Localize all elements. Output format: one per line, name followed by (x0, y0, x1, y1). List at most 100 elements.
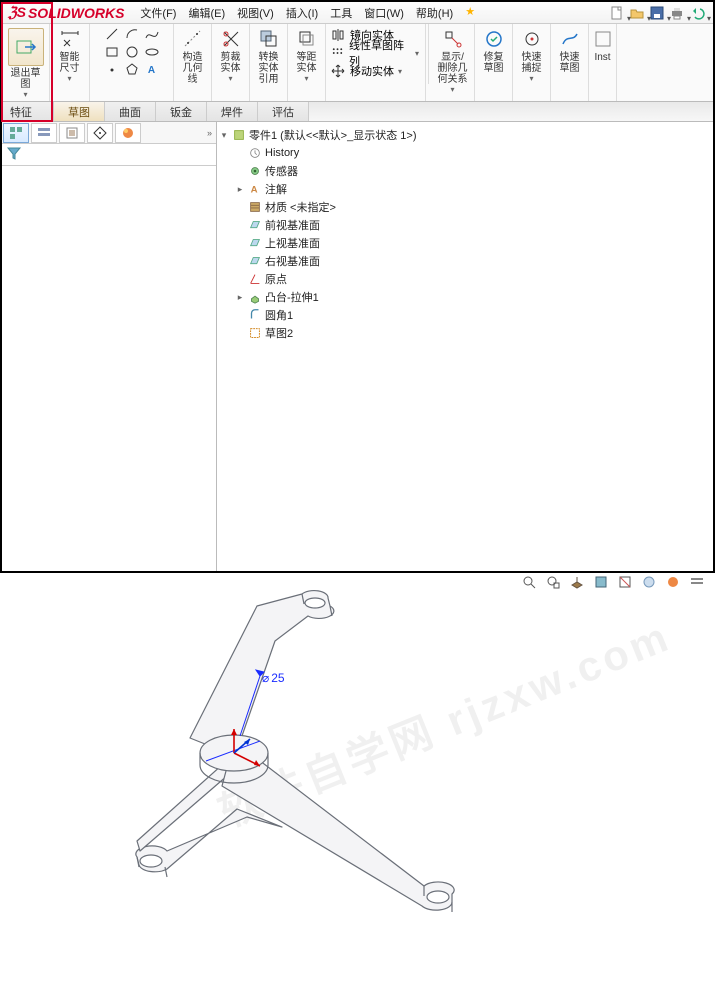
ellipse-icon[interactable] (143, 44, 161, 60)
scene-icon[interactable] (639, 573, 659, 591)
tree-root[interactable]: ▾ 零件1 (默认<<默认>_显示状态 1>) (217, 126, 713, 144)
offset-icon[interactable] (296, 28, 318, 50)
display-style-icon[interactable] (591, 573, 611, 591)
fm-tab-property-icon[interactable] (31, 123, 57, 143)
annot-icon: A (247, 182, 263, 196)
tree-item[interactable]: 草图2 (217, 324, 713, 342)
menu-window[interactable]: 窗口(W) (364, 5, 404, 21)
feature-tabs: 特征 草图 曲面 钣金 焊件 评估 (2, 102, 713, 122)
tree-item[interactable]: 原点 (217, 270, 713, 288)
menu-file[interactable]: 文件(F) (140, 5, 176, 21)
tab-weldment[interactable]: 焊件 (207, 102, 258, 121)
menu-edit[interactable]: 编辑(E) (188, 5, 225, 21)
trim-label: 剪裁实体 (218, 52, 243, 74)
convert-icon[interactable] (258, 28, 280, 50)
svg-text:A: A (251, 185, 258, 196)
construction-geom-icon[interactable] (182, 28, 204, 50)
rapid-sketch-label: 快速草图 (557, 52, 582, 74)
extrude-icon (247, 290, 263, 304)
fm-tab-dim-icon[interactable] (87, 123, 113, 143)
circle-icon[interactable] (123, 44, 141, 60)
tree-item-label: 凸台-拉伸1 (265, 289, 319, 305)
origin-icon (247, 272, 263, 286)
appearance-icon[interactable] (663, 573, 683, 591)
menu-help[interactable]: 帮助(H) (416, 5, 453, 21)
collapse-icon[interactable]: ▾ (219, 130, 229, 141)
plane-icon (247, 236, 263, 250)
repair-icon[interactable] (483, 28, 505, 50)
save-icon[interactable] (649, 5, 665, 21)
tree-item[interactable]: 右视基准面 (217, 252, 713, 270)
plane-icon (247, 254, 263, 268)
zoom-fit-icon[interactable] (519, 573, 539, 591)
fm-tab-appearance-icon[interactable] (115, 123, 141, 143)
offset-label: 等距实体 (294, 52, 319, 74)
fm-tab-config-icon[interactable] (59, 123, 85, 143)
tree-root-label: 零件1 (默认<<默认>_显示状态 1>) (249, 127, 417, 143)
tree-item-label: 前视基准面 (265, 217, 320, 233)
print-icon[interactable] (669, 5, 685, 21)
smart-dimension-icon[interactable] (59, 28, 81, 50)
sensor-icon (247, 164, 263, 178)
rectangle-icon[interactable] (103, 44, 121, 60)
point-icon[interactable] (103, 62, 121, 78)
tree-item[interactable]: 前视基准面 (217, 216, 713, 234)
quicksnap-label: 快速捕捉 (519, 52, 544, 74)
tab-sheetmetal[interactable]: 钣金 (156, 102, 207, 121)
tree-item-label: 原点 (265, 271, 287, 287)
menu-insert[interactable]: 插入(I) (286, 5, 318, 21)
view-orientation-icon[interactable] (567, 573, 587, 591)
part-icon (231, 128, 247, 142)
trim-icon[interactable] (220, 28, 242, 50)
ribbon: 退出草图 ▾ 智能尺寸 ▾ A 构造几何线 剪裁实体 ▾ 转换实体引用 (2, 24, 713, 102)
expand-icon[interactable]: ▸ (235, 184, 245, 195)
menu-star-icon[interactable]: ★ (465, 5, 475, 21)
view-toolbar (519, 573, 707, 591)
move-icon (330, 63, 346, 79)
plane-icon (247, 218, 263, 232)
tree-item[interactable]: ▸ 凸台-拉伸1 (217, 288, 713, 306)
polygon-icon[interactable] (123, 62, 141, 78)
line-icon[interactable] (103, 26, 121, 42)
filter-icon[interactable] (6, 145, 22, 164)
tree-item[interactable]: 传感器 (217, 162, 713, 180)
move-label: 移动实体 (350, 63, 394, 79)
tab-evaluate[interactable]: 评估 (258, 102, 309, 121)
undo-icon[interactable] (689, 5, 705, 21)
construction-geom-label: 构造几何线 (180, 52, 205, 85)
repair-label: 修复草图 (481, 52, 506, 74)
text-icon[interactable]: A (143, 62, 161, 78)
fm-tab-tree-icon[interactable] (3, 123, 29, 143)
main-menu: 文件(F) 编辑(E) 视图(V) 插入(I) 工具 窗口(W) 帮助(H) ★ (130, 5, 475, 21)
menu-view[interactable]: 视图(V) (237, 5, 274, 21)
zoom-area-icon[interactable] (543, 573, 563, 591)
section-view-icon[interactable] (615, 573, 635, 591)
quicksnap-icon[interactable] (521, 28, 543, 50)
rapid-sketch-icon[interactable] (559, 28, 581, 50)
move-row[interactable]: 移动实体▾ (330, 62, 402, 80)
tree-item[interactable]: 上视基准面 (217, 234, 713, 252)
tree-item-label: 上视基准面 (265, 235, 320, 251)
tree-item-label: 材质 <未指定> (265, 199, 336, 215)
pattern-row[interactable]: 线性草图阵列▾ (330, 44, 419, 62)
settings-icon[interactable] (687, 573, 707, 591)
tree-item[interactable]: History (217, 144, 713, 162)
instant-icon[interactable] (594, 28, 612, 50)
tree-item[interactable]: ▸ A 注解 (217, 180, 713, 198)
relations-icon[interactable] (442, 28, 464, 50)
spline-icon[interactable] (143, 26, 161, 42)
tab-surface[interactable]: 曲面 (105, 102, 156, 121)
feature-manager-tabs: » (2, 122, 216, 144)
menu-tools[interactable]: 工具 (330, 5, 352, 21)
tree-item[interactable]: 圆角1 (217, 306, 713, 324)
pane-expand-icon[interactable]: » (207, 128, 216, 138)
arc-icon[interactable] (123, 26, 141, 42)
tab-sketch[interactable]: 草图 (54, 102, 105, 121)
tree-item[interactable]: 材质 <未指定> (217, 198, 713, 216)
tree-item-label: 注解 (265, 181, 287, 197)
expand-icon[interactable]: ▸ (235, 292, 245, 303)
open-icon[interactable] (629, 5, 645, 21)
new-icon[interactable] (609, 5, 625, 21)
tree-item-label: 圆角1 (265, 307, 293, 323)
instant-label: Inst (594, 52, 610, 63)
